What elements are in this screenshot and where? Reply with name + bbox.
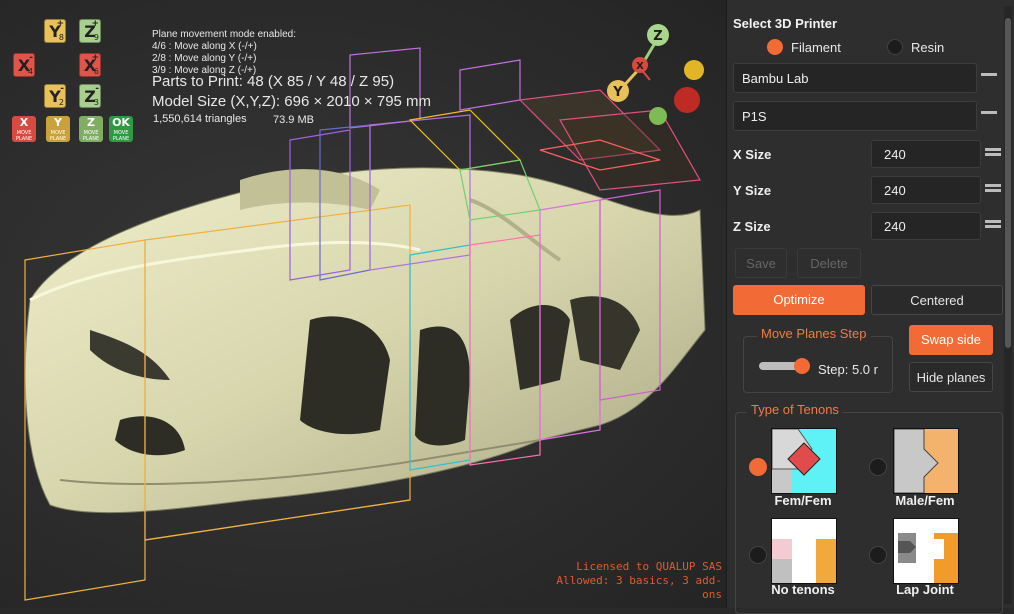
move-z-minus-button[interactable]: Z-3 [79,84,101,108]
x-size-input[interactable]: 240 [871,140,981,168]
gizmo-y-label: Y [612,85,623,100]
radio-dot [767,39,783,55]
male-fem-icon [894,429,939,493]
move-x-minus-button[interactable]: X-4 [13,53,35,77]
no-tenons-icon [772,539,836,583]
fem-fem-icon [772,429,821,493]
model-size: Model Size (X,Y,Z): 696 × 2010 × 795 mm [152,93,432,110]
license-line: Allowed: 3 basics, 3 add-ons [556,574,722,601]
printer-settings-panel: Select 3D Printer Filament Resin Bambu L… [726,0,1014,614]
tenon-lap-joint-radio[interactable] [869,546,887,564]
tenon-none-image[interactable] [771,518,837,584]
button-sublabel: MOVE PLANE [112,130,130,142]
optimize-button[interactable]: Optimize [733,285,865,315]
gizmo-z-label: Z [653,29,662,44]
button-key: 6 [93,67,99,76]
button-sublabel: MOVE PLANE [15,130,33,142]
z-size-input[interactable]: 240 [871,212,981,240]
car-body [24,167,706,514]
button-key: 2 [58,98,64,107]
move-y-plus-button[interactable]: Y +8 [44,19,66,43]
button-sign: - [60,84,64,94]
y-size-input[interactable]: 240 [871,176,981,204]
license-line: Licensed to QUALUP SAS [576,560,722,573]
tenon-label: Fem/Fem [774,493,832,508]
printer-model-select[interactable]: P1S [733,101,977,131]
y-size-label: Y Size [733,183,772,198]
move-z-plus-button[interactable]: Z +9 [79,19,101,43]
button-label: OK [112,116,130,129]
mode-line: Plane movement mode enabled: [152,29,296,40]
button-sublabel: MOVE PLANE [82,130,100,142]
radio-dot [887,39,903,55]
button-sublabel: MOVE PLANE [49,130,67,142]
move-plane-y-button[interactable]: Y MOVE PLANE [46,116,70,142]
license-info: Licensed to QUALUP SAS Allowed: 3 basics… [552,560,726,602]
tenons-title: Type of Tenons [747,402,843,417]
move-planes-title: Move Planes Step [757,326,871,341]
model-menu-icon[interactable] [981,109,997,121]
button-sign: + [91,19,99,29]
move-x-plus-button[interactable]: X +6 [79,53,101,77]
button-label: X [19,116,29,129]
button-sign: - [95,84,99,94]
button-label: Y [54,116,62,129]
gizmo-neg-z[interactable] [649,107,667,125]
x-size-stepper-icon[interactable] [985,148,1001,160]
parts-to-print: Parts to Print: 48 (X 85 / Y 48 / Z 95) [152,73,395,90]
gizmo-x-label: X [636,61,644,72]
panel-scrollbar-thumb[interactable] [1005,18,1011,348]
x-size-label: X Size [733,147,772,162]
step-value: Step: 5.0 r [818,362,878,377]
button-sign: + [91,53,99,63]
button-key: 3 [93,98,99,107]
resin-radio[interactable]: Resin [887,39,944,55]
button-key: 8 [58,33,64,42]
3d-viewport[interactable]: Plane movement mode enabled: 4/6 : Move … [0,0,726,608]
move-y-minus-button[interactable]: Y-2 [44,84,66,108]
orientation-gizmo[interactable]: Z X Y [602,20,712,130]
tenon-label: Male/Fem [895,493,955,508]
printer-brand-select[interactable]: Bambu Lab [733,63,977,93]
centered-button[interactable]: Centered [871,285,1003,315]
panel-title: Select 3D Printer [733,16,838,31]
mode-line: 2/8 : Move along Y (-/+) [152,53,257,64]
radio-label: Resin [911,39,945,55]
tenon-fem-fem-radio[interactable] [749,458,767,476]
delete-button[interactable]: Delete [797,248,861,278]
button-sign: + [56,19,64,29]
gizmo-neg-x[interactable] [674,87,700,113]
tenon-lap-joint-image[interactable] [893,518,959,584]
tenon-none-radio[interactable] [749,546,767,564]
hide-planes-button[interactable]: Hide planes [909,362,993,392]
gizmo-neg-y[interactable] [684,60,704,80]
swap-side-button[interactable]: Swap side [909,325,993,355]
move-plane-x-button[interactable]: X MOVE PLANE [12,116,36,142]
move-plane-ok-button[interactable]: OK MOVE PLANE [109,116,133,142]
tenon-male-fem-radio[interactable] [869,458,887,476]
step-slider-handle[interactable] [794,358,810,374]
z-size-label: Z Size [733,219,771,234]
filament-radio[interactable]: Filament [767,39,841,55]
button-label: Z [87,116,95,129]
brand-menu-icon[interactable] [981,71,997,83]
plane-mode-info: Plane movement mode enabled: 4/6 : Move … [152,29,296,77]
mode-line: 4/6 : Move along X (-/+) [152,41,257,52]
tenon-fem-fem-image[interactable] [771,428,837,494]
y-size-stepper-icon[interactable] [985,184,1001,196]
button-sign: - [29,53,33,63]
lap-joint-icon [898,533,958,583]
tenon-label: No tenons [771,582,835,597]
save-button[interactable]: Save [735,248,787,278]
tenon-label: Lap Joint [896,582,954,597]
button-key: 4 [27,67,33,76]
tenon-male-fem-image[interactable] [893,428,959,494]
triangle-count: 1,550,614 triangles [153,113,247,125]
z-size-stepper-icon[interactable] [985,220,1001,232]
button-key: 9 [93,33,99,42]
radio-label: Filament [791,39,841,55]
memory-usage: 73.9 MB [273,114,314,126]
move-plane-z-button[interactable]: Z MOVE PLANE [79,116,103,142]
